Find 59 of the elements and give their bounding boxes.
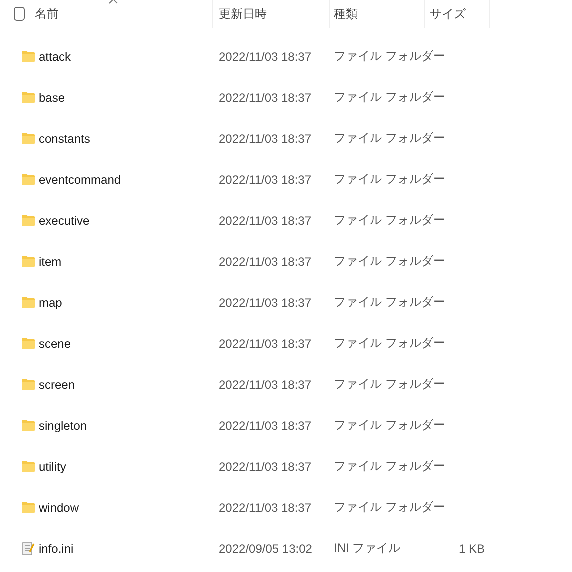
modified-date: 2022/11/03 18:37 [219,90,312,104]
folder-icon [22,256,35,267]
folder-icon [22,133,35,144]
modified-date: 2022/11/03 18:37 [219,132,312,146]
file-name[interactable]: base [39,90,66,104]
folder-icon [22,51,35,62]
folder-icon [22,461,35,472]
modified-date: 2022/11/03 18:37 [219,418,312,432]
file-name[interactable]: singleton [39,418,88,432]
modified-date: 2022/11/03 18:37 [219,460,312,474]
file-type: ファイル フォルダー [334,89,446,106]
file-name[interactable]: map [39,296,62,310]
file-name[interactable]: info.ini [39,542,74,556]
column-header[interactable]: 名前 [35,6,59,22]
file-type: ファイル フォルダー [334,171,446,188]
modified-date: 2022/11/03 18:37 [219,254,312,268]
column-header[interactable]: 種類 [334,6,358,22]
file-type: ファイル フォルダー [334,417,446,434]
file-type: INI ファイル [334,540,401,557]
file-name[interactable]: attack [39,50,72,64]
modified-date: 2022/11/03 18:37 [219,50,312,64]
file-type: ファイル フォルダー [334,376,446,393]
modified-date: 2022/09/05 13:02 [219,542,312,556]
file-name[interactable]: executive [39,214,90,228]
file-name[interactable]: constants [39,132,90,146]
file-name[interactable]: window [39,500,80,514]
modified-date: 2022/11/03 18:37 [219,336,312,350]
column-header[interactable]: サイズ [430,6,466,22]
folder-icon [22,92,35,103]
sort-caret-icon [109,0,118,4]
file-name[interactable]: scene [39,336,72,350]
column-header[interactable]: 更新日時 [219,6,267,22]
folder-icon [22,297,35,308]
text-file-icon [22,542,35,556]
folder-icon [22,420,35,431]
folder-icon [22,174,35,185]
modified-date: 2022/11/03 18:37 [219,214,312,228]
file-name[interactable]: eventcommand [39,172,122,186]
file-type: ファイル フォルダー [334,458,446,475]
file-name[interactable]: screen [39,378,76,392]
file-type: ファイル フォルダー [334,130,446,147]
folder-icon [22,338,35,349]
folder-icon [22,215,35,226]
checkbox[interactable] [14,7,25,21]
folder-icon [22,502,35,513]
modified-date: 2022/11/03 18:37 [219,296,312,310]
file-name[interactable]: utility [39,460,66,474]
file-type: ファイル フォルダー [334,253,446,270]
modified-date: 2022/11/03 18:37 [219,172,312,186]
modified-date: 2022/11/03 18:37 [219,500,312,514]
file-type: ファイル フォルダー [334,48,446,65]
file-type: ファイル フォルダー [334,212,446,229]
file-type: ファイル フォルダー [334,335,446,352]
file-type: ファイル フォルダー [334,499,446,516]
file-name[interactable]: item [39,254,62,268]
folder-icon [22,379,35,390]
modified-date: 2022/11/03 18:37 [219,378,312,392]
file-type: ファイル フォルダー [334,294,446,311]
file-size: 1 KB [458,542,485,556]
